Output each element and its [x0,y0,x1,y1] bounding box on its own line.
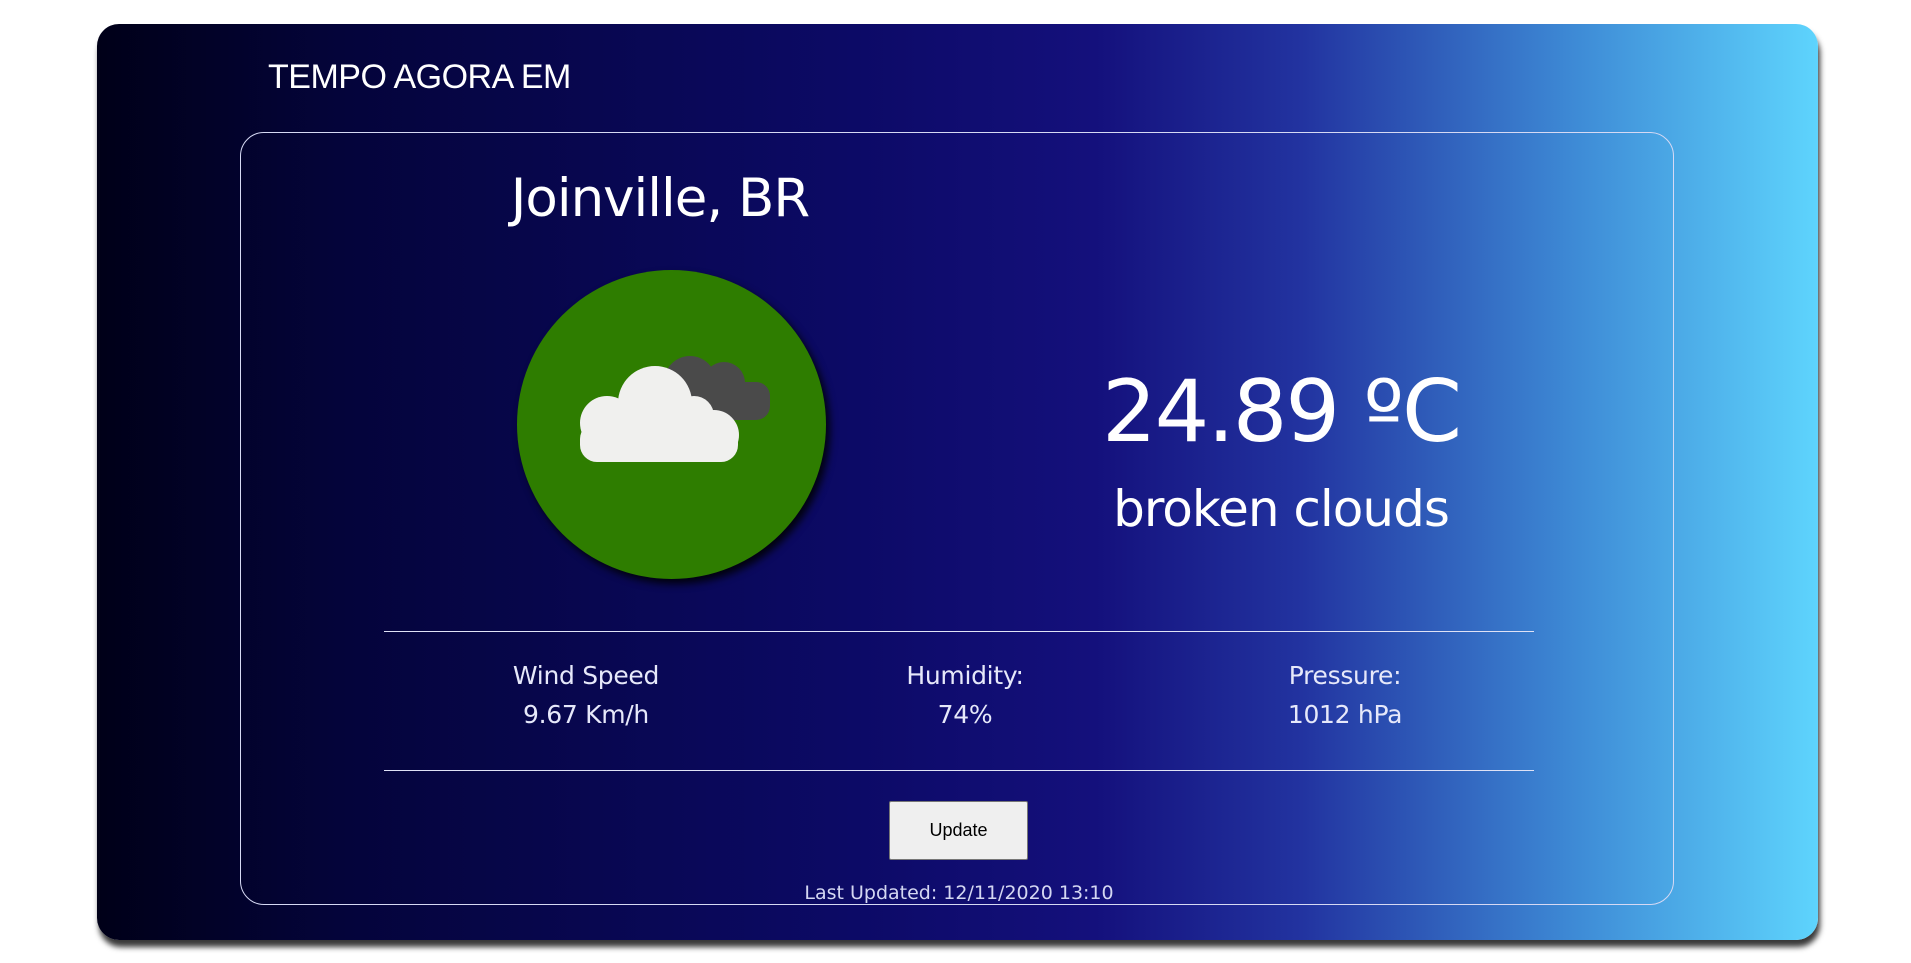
weather-description: broken clouds [1113,480,1450,538]
humidity-label: Humidity: [906,661,1024,690]
broken-clouds-icon [580,356,770,462]
pressure-value: 1012 hPa [1287,700,1403,729]
pressure-label: Pressure: [1288,661,1402,690]
city-name: Joinville, BR [510,168,810,229]
divider-top [384,631,1534,632]
weather-card: Joinville, BR 24.89 ºC broken clouds Win… [240,132,1674,905]
humidity-stat: Humidity: 74% [805,656,1125,734]
wind-speed-value: 9.67 Km/h [523,700,649,729]
pressure-stat: Pressure: 1012 hPa [1185,656,1505,734]
weather-icon-badge [517,270,826,579]
divider-bottom [384,770,1534,771]
app-title: TEMPO AGORA EM [268,58,571,96]
temperature-value: 24.89 ºC [1101,362,1462,462]
weather-app-window: TEMPO AGORA EM Joinville, BR 24.89 ºC br… [97,24,1818,940]
wind-speed-stat: Wind Speed 9.67 Km/h [426,656,746,734]
update-button[interactable]: Update [889,801,1028,860]
wind-speed-label: Wind Speed [512,661,660,690]
last-updated-text: Last Updated: 12/11/2020 13:10 [804,882,1114,904]
humidity-value: 74% [937,700,993,729]
